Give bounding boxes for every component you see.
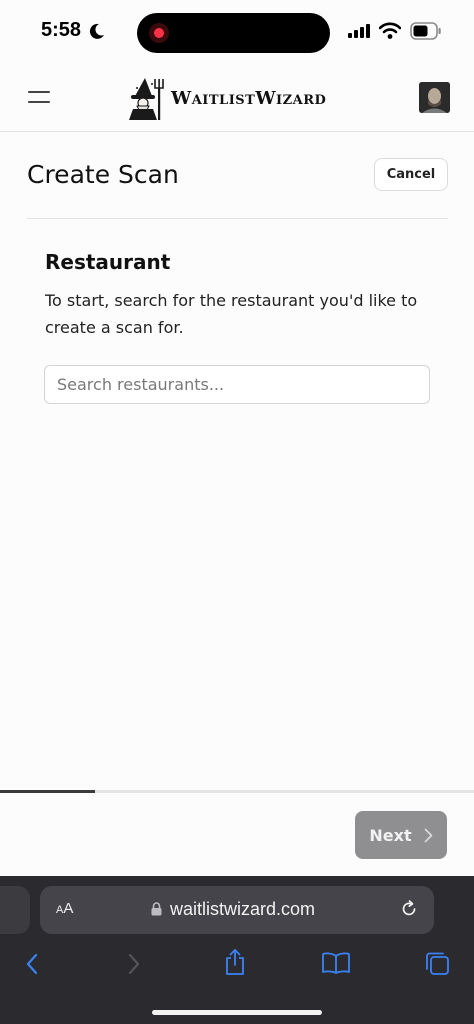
search-restaurants-input[interactable] <box>44 365 430 404</box>
status-bar: 5:58 <box>0 0 474 62</box>
avatar-photo <box>419 82 450 113</box>
section-description: To start, search for the restaurant you'… <box>45 291 418 337</box>
next-label: Next <box>369 825 412 845</box>
text-size-button[interactable]: AA <box>56 900 73 917</box>
section-title: Restaurant <box>45 250 171 274</box>
reload-icon[interactable] <box>399 899 419 919</box>
progress-bar <box>0 790 474 793</box>
dynamic-island <box>137 13 330 53</box>
next-button[interactable]: Next <box>355 811 447 859</box>
recording-indicator-icon <box>149 23 169 43</box>
brand-logo[interactable]: WaitlistWizard <box>128 76 326 120</box>
cellular-signal-icon <box>348 24 370 38</box>
site-header: WaitlistWizard <box>0 62 474 132</box>
forward-icon[interactable] <box>126 952 142 976</box>
page-title: Create Scan <box>27 160 179 189</box>
safari-browser-chrome: AA waitlistwizard.com <box>0 876 474 1024</box>
moon-icon <box>89 23 104 39</box>
tabs-icon[interactable] <box>424 950 450 976</box>
divider <box>27 218 448 219</box>
chevron-right-icon <box>424 828 433 842</box>
user-avatar[interactable] <box>419 82 450 113</box>
back-icon[interactable] <box>24 952 40 976</box>
brand-name: WaitlistWizard <box>171 87 327 109</box>
lock-icon <box>151 902 162 916</box>
address-bar[interactable]: AA waitlistwizard.com <box>40 886 434 934</box>
status-time: 5:58 <box>41 19 82 41</box>
wifi-icon <box>379 22 401 39</box>
share-icon[interactable] <box>223 948 247 976</box>
battery-icon <box>410 22 441 40</box>
hamburger-icon[interactable] <box>28 90 52 106</box>
url-text: waitlistwizard.com <box>170 899 316 919</box>
progress-fill <box>0 790 95 793</box>
adjacent-tab-preview[interactable] <box>0 886 30 934</box>
cancel-button[interactable]: Cancel <box>374 158 448 191</box>
bookmarks-icon[interactable] <box>321 951 351 975</box>
wizard-logo-icon <box>129 78 164 120</box>
home-indicator <box>152 1010 322 1015</box>
